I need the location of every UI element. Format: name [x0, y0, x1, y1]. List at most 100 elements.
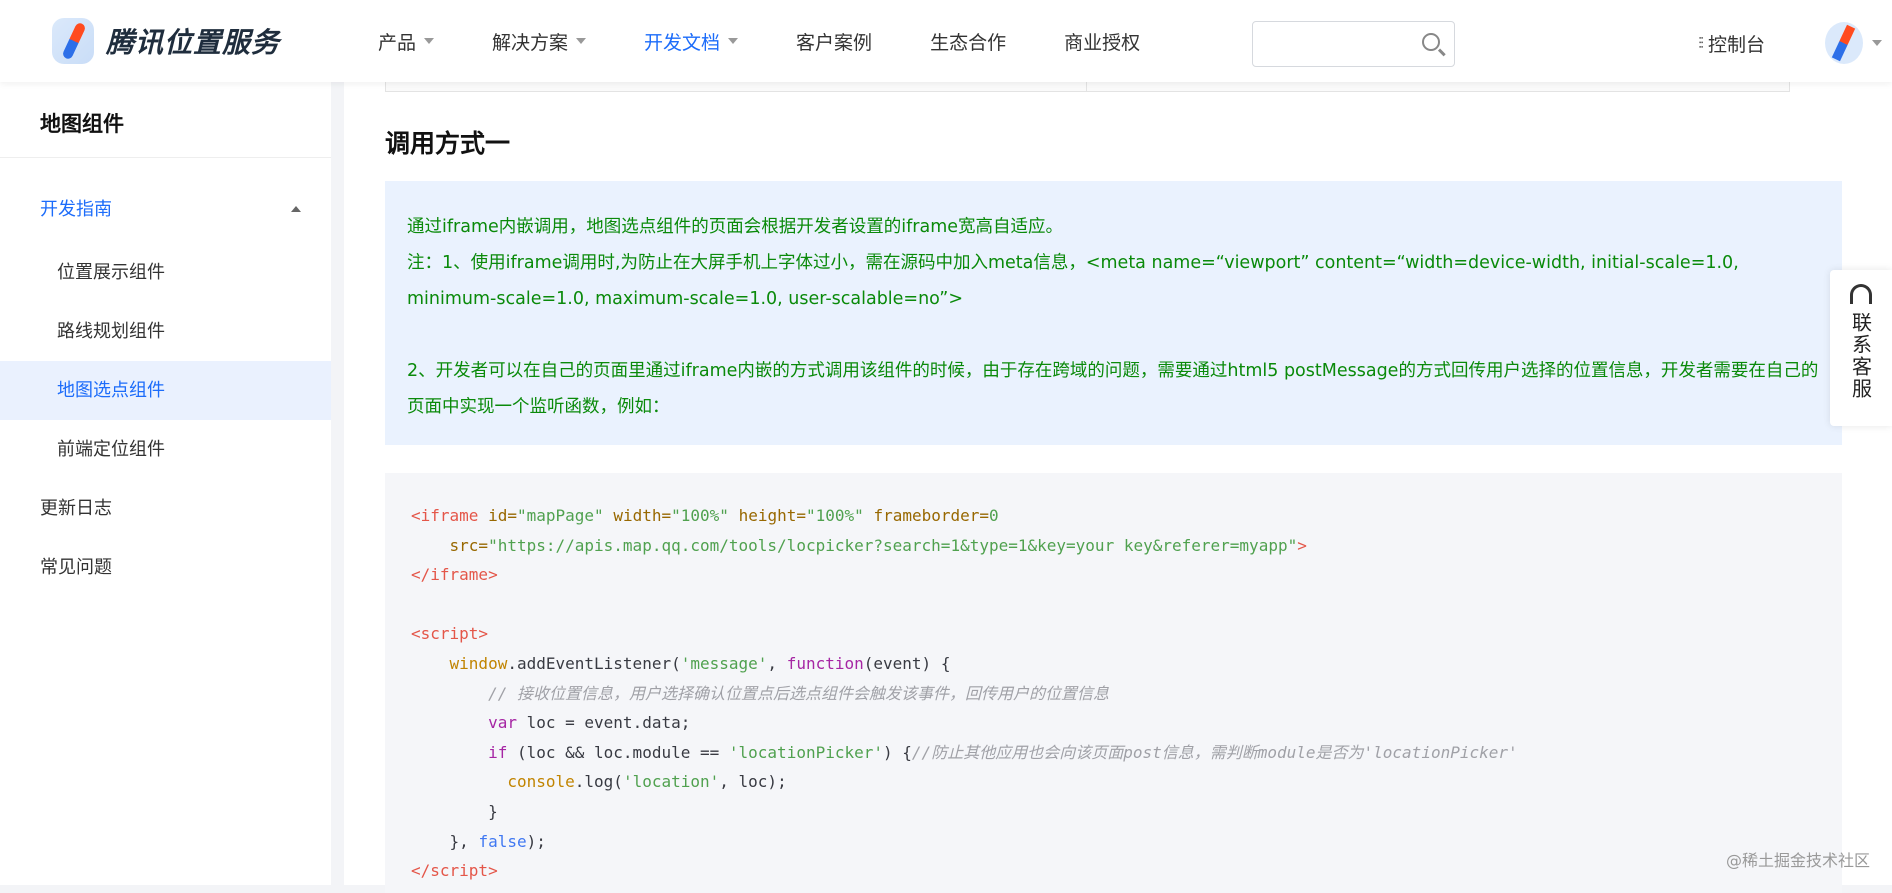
sidebar-item-label: 位置展示组件 [57, 262, 165, 283]
nav-item-label: 解决方案 [492, 31, 569, 54]
sidebar-item[interactable]: 地图选点组件 [0, 361, 331, 420]
code-token: // 接收位置信息，用户选择确认位置点后选点组件会触发该事件，回传用户的位置信息 [488, 683, 1109, 703]
note-paragraph: 通过iframe内嵌调用，地图选点组件的页面会根据开发者设置的iframe宽高自… [407, 217, 1064, 237]
chevron-down-icon [728, 38, 739, 44]
nav-item-label: 商业授权 [1064, 31, 1141, 54]
nav-item-label: 开发文档 [644, 31, 721, 54]
contact-service-label: 联系客服 [1848, 312, 1873, 400]
code-token: false [478, 831, 527, 851]
top-header: 腾讯位置服务 产品 解决方案 开发文档 客户案例 生态合作 商业授权 ⫶⫶ 控制台 [0, 0, 1892, 82]
code-line: if (loc && loc.module == 'locationPicker… [411, 738, 1816, 768]
code-token: src= [449, 535, 489, 555]
code-token: "mapPage" [516, 506, 604, 525]
code-token: , [767, 653, 787, 673]
sidebar-item[interactable]: 常见问题 [0, 538, 331, 597]
code-line: var loc = event.data; [411, 708, 1816, 738]
nav-item[interactable]: 商业授权 [1064, 28, 1140, 55]
code-token: height= [738, 506, 806, 525]
code-token: "100%" [671, 506, 729, 525]
sidebar-item[interactable]: 路线规划组件 [0, 302, 331, 361]
nav-item-label: 客户案例 [796, 31, 873, 54]
table-fragment [385, 82, 1790, 92]
code-token: , loc); [719, 772, 787, 792]
main-nav: 产品 解决方案 开发文档 客户案例 生态合作 商业授权 [378, 0, 1198, 82]
code-token: loc = event.data; [516, 713, 691, 733]
code-line: </iframe> [411, 560, 1816, 590]
chevron-down-icon[interactable] [1872, 40, 1882, 46]
sidebar-item[interactable]: 开发指南 [0, 180, 331, 239]
headset-icon [1850, 284, 1872, 304]
code-token: } [411, 801, 498, 821]
code-token: ); [526, 831, 546, 851]
code-token: width= [613, 506, 672, 525]
code-token: 'location' [622, 772, 720, 792]
search-icon[interactable] [1422, 33, 1440, 51]
chevron-down-icon [576, 38, 587, 44]
code-token: frameborder= [873, 506, 990, 525]
code-token: window [449, 653, 508, 673]
nav-item[interactable]: 客户案例 [796, 28, 872, 55]
code-line: window.addEventListener('message', funct… [411, 649, 1816, 679]
sidebar-item-label: 开发指南 [40, 199, 112, 220]
info-note: 通过iframe内嵌调用，地图选点组件的页面会根据开发者设置的iframe宽高自… [385, 181, 1842, 445]
code-token: <script> [411, 624, 489, 644]
code-token: if [488, 742, 508, 762]
main-content: 调用方式一 通过iframe内嵌调用，地图选点组件的页面会根据开发者设置的ifr… [344, 82, 1892, 893]
code-token: "100%" [806, 506, 864, 525]
code-token: </script> [411, 861, 498, 881]
sidebar-item[interactable]: 位置展示组件 [0, 243, 331, 302]
chevron-down-icon [424, 38, 435, 44]
sidebar-item-label: 前端定位组件 [57, 439, 165, 460]
note-paragraph: 注：1、使用iframe调用时,为防止在大屏手机上字体过小，需在源码中加入met… [407, 253, 1739, 309]
sidebar-item-label: 路线规划组件 [57, 321, 165, 342]
code-token: 0 [989, 506, 999, 525]
code-token: .addEventListener( [507, 653, 681, 673]
code-token: 'locationPicker' [728, 742, 884, 762]
code-token: <iframe [411, 506, 479, 525]
code-line: src="https://apis.map.qq.com/tools/locpi… [411, 531, 1816, 561]
console-link[interactable]: ⫶⫶ 控制台 [1698, 30, 1765, 57]
code-token: function [786, 653, 864, 673]
avatar[interactable] [1825, 22, 1863, 64]
code-token: .log( [574, 772, 623, 792]
code-token: //防止其他应用也会向该页面post信息，需判断module是否为'locati… [911, 742, 1518, 762]
logo-icon [52, 18, 94, 64]
contact-service-button[interactable]: 联系客服 [1830, 270, 1892, 426]
chevron-up-icon[interactable] [291, 206, 301, 212]
sidebar-item[interactable]: 前端定位组件 [0, 420, 331, 479]
code-line: <script> [411, 619, 1816, 649]
code-token: (event) { [863, 653, 951, 673]
nav-item[interactable]: 解决方案 [492, 28, 587, 55]
sidebar-title: 地图组件 [40, 112, 124, 136]
search-input[interactable] [1252, 21, 1455, 67]
nav-item[interactable]: 产品 [378, 28, 435, 55]
code-token: </iframe> [411, 565, 498, 585]
section-heading: 调用方式一 [385, 129, 511, 158]
nav-item[interactable]: 生态合作 [930, 28, 1006, 55]
watermark: @稀土掘金技术社区 [1725, 851, 1870, 870]
nav-item[interactable]: 开发文档 [644, 28, 739, 55]
code-token: ) { [883, 742, 912, 762]
logo[interactable]: 腾讯位置服务 [52, 18, 280, 64]
code-token: "https://apis.map.qq.com/tools/locpicker… [488, 535, 1298, 555]
sidebar-item[interactable]: 更新日志 [0, 479, 331, 538]
logo-text: 腾讯位置服务 [106, 26, 281, 59]
code-line: } [411, 797, 1816, 827]
code-token: > [1297, 535, 1307, 555]
code-line: }, false); [411, 827, 1816, 857]
note-paragraph: 2、开发者可以在自己的页面里通过iframe内嵌的方式调用该组件的时候，由于存在… [407, 361, 1819, 417]
code-token: }, [411, 831, 479, 851]
sidebar-item-label: 更新日志 [40, 498, 112, 519]
code-token: id= [488, 506, 517, 525]
